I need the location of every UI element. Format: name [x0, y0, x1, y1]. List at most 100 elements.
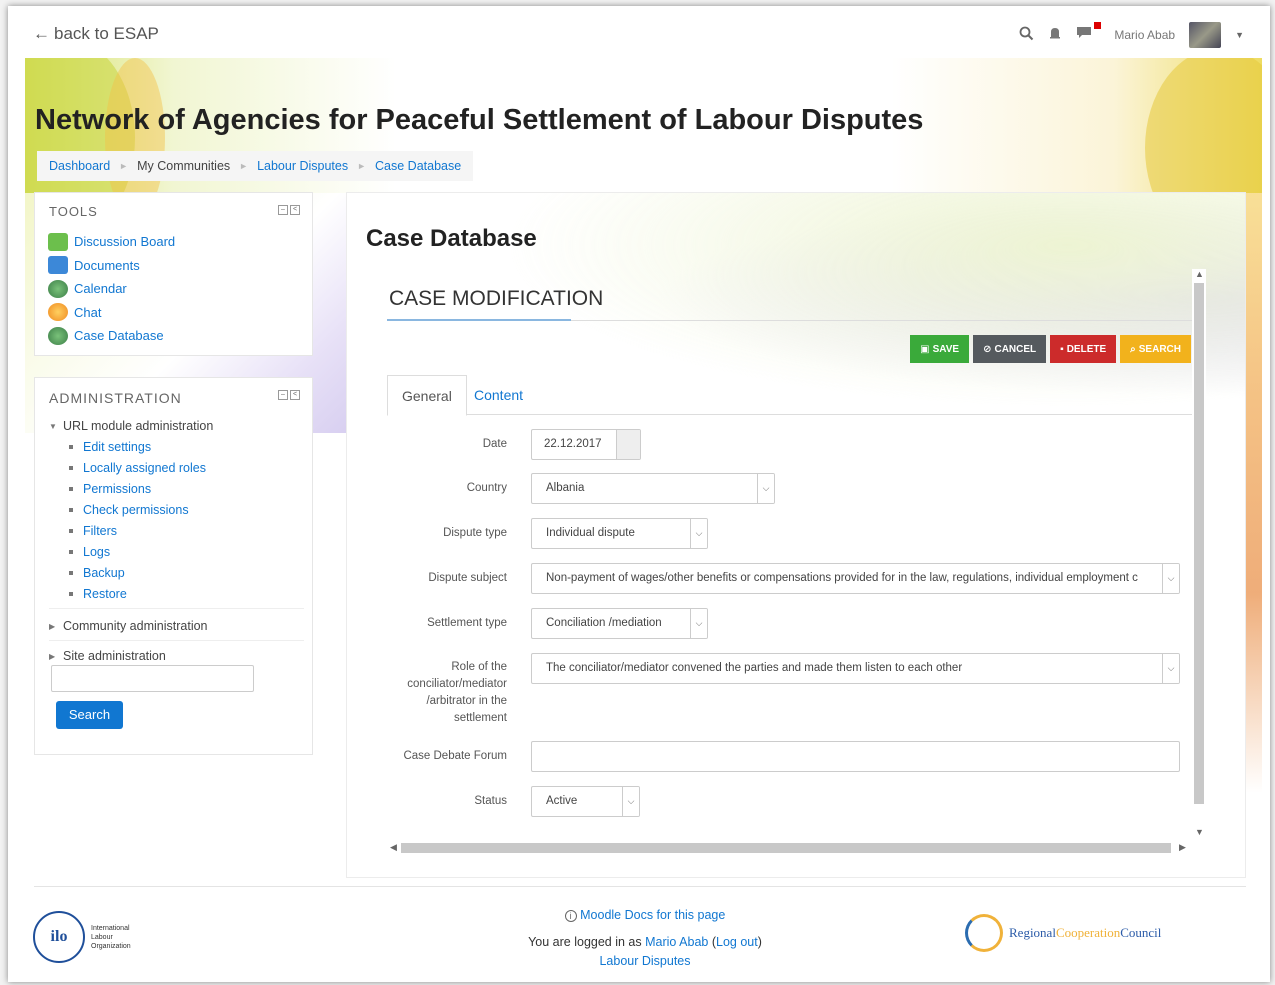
tab-general[interactable]: General: [387, 375, 467, 416]
block-controls: – <: [278, 390, 300, 400]
horizontal-scrollbar[interactable]: ◀ ▶: [387, 841, 1192, 855]
admin-link[interactable]: Permissions: [83, 482, 151, 496]
collapsed-triangle-icon: ▶: [49, 621, 56, 631]
tool-link[interactable]: Discussion Board: [74, 234, 175, 249]
admin-item-permissions[interactable]: Permissions: [49, 478, 304, 499]
tool-item-case-database[interactable]: Case Database: [48, 324, 175, 348]
tool-link[interactable]: Case Database: [74, 328, 164, 343]
admin-item-locally-assigned-roles[interactable]: Locally assigned roles: [49, 457, 304, 478]
block-controls: – <: [278, 205, 300, 215]
save-icon: ▣: [920, 343, 930, 355]
vertical-scroll-thumb[interactable]: [1194, 283, 1204, 804]
admin-link[interactable]: Logs: [83, 545, 110, 559]
scroll-right-icon[interactable]: ▶: [1179, 842, 1186, 853]
tool-link[interactable]: Calendar: [74, 281, 127, 296]
admin-link[interactable]: Backup: [83, 566, 125, 580]
community-link[interactable]: Labour Disputes: [599, 954, 690, 968]
forum-input[interactable]: [531, 741, 1180, 772]
date-field[interactable]: 22.12.2017: [531, 429, 641, 460]
dock-icon[interactable]: <: [290, 390, 300, 400]
admin-item-restore[interactable]: Restore: [49, 583, 304, 604]
notification-badge: [1094, 22, 1102, 29]
community-admin-node[interactable]: ▶ Community administration: [49, 615, 304, 637]
rcc-logo: RegionalCooperationCouncil: [965, 914, 1161, 952]
moodle-docs-link[interactable]: Moodle Docs for this page: [580, 908, 725, 922]
tool-item-chat[interactable]: Chat: [48, 301, 175, 325]
scroll-up-icon[interactable]: ▲: [1195, 269, 1204, 279]
site-admin-label: Site administration: [63, 649, 166, 663]
main-content: Case Database CASE MODIFICATION ▣ SAVE ⊘ C…: [346, 192, 1246, 878]
breadcrumb-my-communities: My Communities: [137, 159, 231, 173]
admin-item-filters[interactable]: Filters: [49, 520, 304, 541]
role-select[interactable]: The conciliator/mediator convened the pa…: [531, 653, 1180, 684]
settlement-type-label: Settlement type: [427, 617, 507, 629]
admin-item-backup[interactable]: Backup: [49, 562, 304, 583]
vertical-scrollbar[interactable]: ▲ ▼: [1192, 269, 1206, 841]
back-to-esap-link[interactable]: ← back to ESAP: [33, 24, 159, 44]
bell-icon[interactable]: [1048, 26, 1062, 45]
calendar-addon-icon[interactable]: [616, 430, 640, 459]
tool-item-discussion-board[interactable]: Discussion Board: [48, 230, 175, 254]
community-admin-label: Community administration: [63, 619, 208, 633]
database-icon: [48, 326, 68, 345]
tool-item-documents[interactable]: Documents: [48, 254, 175, 278]
chevron-down-icon: ⌵: [757, 474, 774, 503]
admin-link[interactable]: Check permissions: [83, 503, 189, 517]
logout-link[interactable]: Log out: [716, 935, 758, 949]
chevron-down-icon[interactable]: ▼: [1235, 30, 1244, 40]
admin-link[interactable]: Edit settings: [83, 440, 151, 454]
delete-button[interactable]: ▪ DELETE: [1050, 335, 1117, 363]
search-icon[interactable]: [1019, 26, 1034, 45]
tool-item-calendar[interactable]: Calendar: [48, 277, 175, 301]
breadcrumb-case-database[interactable]: Case Database: [375, 159, 461, 173]
date-value: 22.12.2017: [544, 438, 602, 450]
breadcrumb-dashboard[interactable]: Dashboard: [49, 159, 110, 173]
settlement-type-select[interactable]: Conciliation /mediation ⌵: [531, 608, 708, 639]
search-label: SEARCH: [1138, 343, 1181, 355]
messages-icon[interactable]: [1076, 22, 1102, 44]
dispute-type-select[interactable]: Individual dispute ⌵: [531, 518, 708, 549]
dock-icon[interactable]: <: [290, 205, 300, 215]
user-profile-link[interactable]: Mario Abab: [645, 935, 708, 949]
breadcrumb-labour-disputes[interactable]: Labour Disputes: [257, 159, 348, 173]
avatar[interactable]: [1189, 22, 1222, 48]
admin-link[interactable]: Locally assigned roles: [83, 461, 206, 475]
bullet-icon: [69, 549, 73, 554]
expanded-triangle-icon: ▼: [49, 421, 57, 431]
user-tools: Mario Abab ▼: [1019, 22, 1244, 48]
collapse-icon[interactable]: –: [278, 205, 288, 215]
user-name[interactable]: Mario Abab: [1114, 28, 1175, 42]
status-select[interactable]: Active ⌵: [531, 786, 640, 817]
chevron-down-icon: ⌵: [690, 609, 707, 638]
dispute-subject-select[interactable]: Non-payment of wages/other benefits or c…: [531, 563, 1180, 594]
cancel-button[interactable]: ⊘ CANCEL: [973, 335, 1047, 363]
arrow-left-icon: ←: [33, 24, 50, 43]
ilo-text-line: Labour: [91, 933, 113, 941]
tool-link[interactable]: Documents: [74, 258, 140, 273]
admin-item-check-permissions[interactable]: Check permissions: [49, 499, 304, 520]
tool-link[interactable]: Chat: [74, 305, 101, 320]
bullet-icon: [69, 444, 73, 449]
info-icon: i: [564, 910, 577, 922]
tab-content[interactable]: Content: [460, 375, 537, 416]
admin-link[interactable]: Restore: [83, 587, 127, 601]
admin-search-input[interactable]: [51, 665, 254, 692]
url-module-admin-node[interactable]: ▼ URL module administration: [49, 416, 304, 436]
scroll-left-icon[interactable]: ◀: [390, 842, 397, 853]
admin-search-button[interactable]: Search: [56, 701, 123, 729]
tools-list: Discussion Board Documents Calendar Chat…: [48, 230, 175, 348]
site-admin-node[interactable]: ▶ Site administration: [49, 645, 304, 667]
country-select[interactable]: Albania ⌵: [531, 473, 775, 504]
horizontal-scroll-thumb[interactable]: [401, 843, 1171, 853]
admin-item-edit-settings[interactable]: Edit settings: [49, 436, 304, 457]
rcc-regional: Regional: [1009, 925, 1056, 940]
collapse-icon[interactable]: –: [278, 390, 288, 400]
footer-info: i Moodle Docs for this page You are logg…: [505, 906, 785, 971]
admin-item-logs[interactable]: Logs: [49, 541, 304, 562]
save-button[interactable]: ▣ SAVE: [910, 335, 970, 363]
scroll-down-icon[interactable]: ▼: [1195, 827, 1204, 837]
section-underline: [387, 319, 571, 321]
admin-link[interactable]: Filters: [83, 524, 117, 538]
date-label: Date: [482, 438, 507, 450]
search-button[interactable]: ⌕ SEARCH: [1120, 335, 1191, 363]
